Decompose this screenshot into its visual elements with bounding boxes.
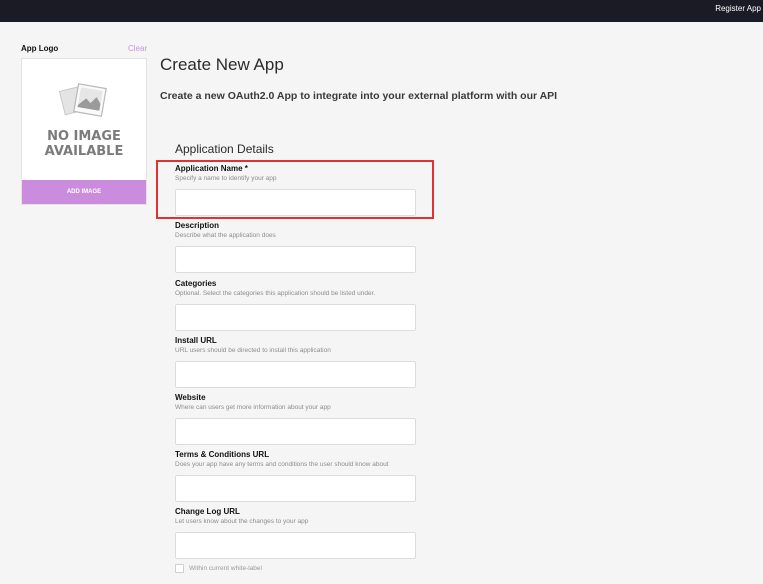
terms-url-help: Does your app have any terms and conditi… — [175, 461, 389, 468]
website-input[interactable] — [175, 418, 416, 445]
description-input[interactable] — [175, 246, 416, 273]
install-url-field: Install URL URL users should be directed… — [175, 336, 420, 388]
white-label-checkbox[interactable] — [175, 564, 184, 573]
change-log-url-label: Change Log URL — [175, 507, 240, 516]
install-url-label: Install URL — [175, 336, 217, 345]
categories-input[interactable] — [175, 304, 416, 331]
categories-label: Categories — [175, 279, 217, 288]
white-label-option[interactable]: Within current white-label — [175, 564, 262, 573]
website-help: Where can users get more information abo… — [175, 404, 331, 411]
categories-help: Optional. Select the categories this app… — [175, 290, 376, 297]
page-subtitle: Create a new OAuth2.0 App to integrate i… — [160, 90, 558, 102]
focus-highlight — [156, 160, 434, 219]
top-bar: Register App — [0, 0, 763, 22]
add-image-button[interactable]: ADD IMAGE — [22, 180, 146, 204]
change-log-url-input[interactable] — [175, 532, 416, 559]
website-field: Website Where can users get more informa… — [175, 393, 420, 445]
page-title: Create New App — [160, 55, 284, 74]
no-image-line-2: AVAILABLE — [44, 144, 124, 159]
section-title: Application Details — [175, 142, 274, 156]
install-url-input[interactable] — [175, 361, 416, 388]
terms-url-field: Terms & Conditions URL Does your app hav… — [175, 450, 420, 502]
register-app-link[interactable]: Register App — [715, 4, 761, 13]
no-image-line-1: NO IMAGE — [47, 129, 121, 144]
description-help: Describe what the application does — [175, 232, 276, 239]
terms-url-input[interactable] — [175, 475, 416, 502]
website-label: Website — [175, 393, 206, 402]
install-url-help: URL users should be directed to install … — [175, 347, 331, 354]
app-logo-label: App Logo — [21, 44, 59, 53]
white-label-label: Within current white-label — [189, 565, 262, 572]
logo-preview-card: NO IMAGE AVAILABLE ADD IMAGE — [21, 58, 147, 205]
categories-field: Categories Optional. Select the categori… — [175, 279, 420, 331]
clear-logo-link[interactable]: Clear — [128, 44, 147, 53]
description-label: Description — [175, 221, 220, 230]
no-image-text: NO IMAGE AVAILABLE — [22, 129, 146, 159]
terms-url-label: Terms & Conditions URL — [175, 450, 270, 459]
photo-icon — [58, 83, 107, 117]
change-log-url-field: Change Log URL Let users know about the … — [175, 507, 420, 559]
description-field: Description Describe what the applicatio… — [175, 221, 420, 273]
change-log-url-help: Let users know about the changes to your… — [175, 518, 309, 525]
